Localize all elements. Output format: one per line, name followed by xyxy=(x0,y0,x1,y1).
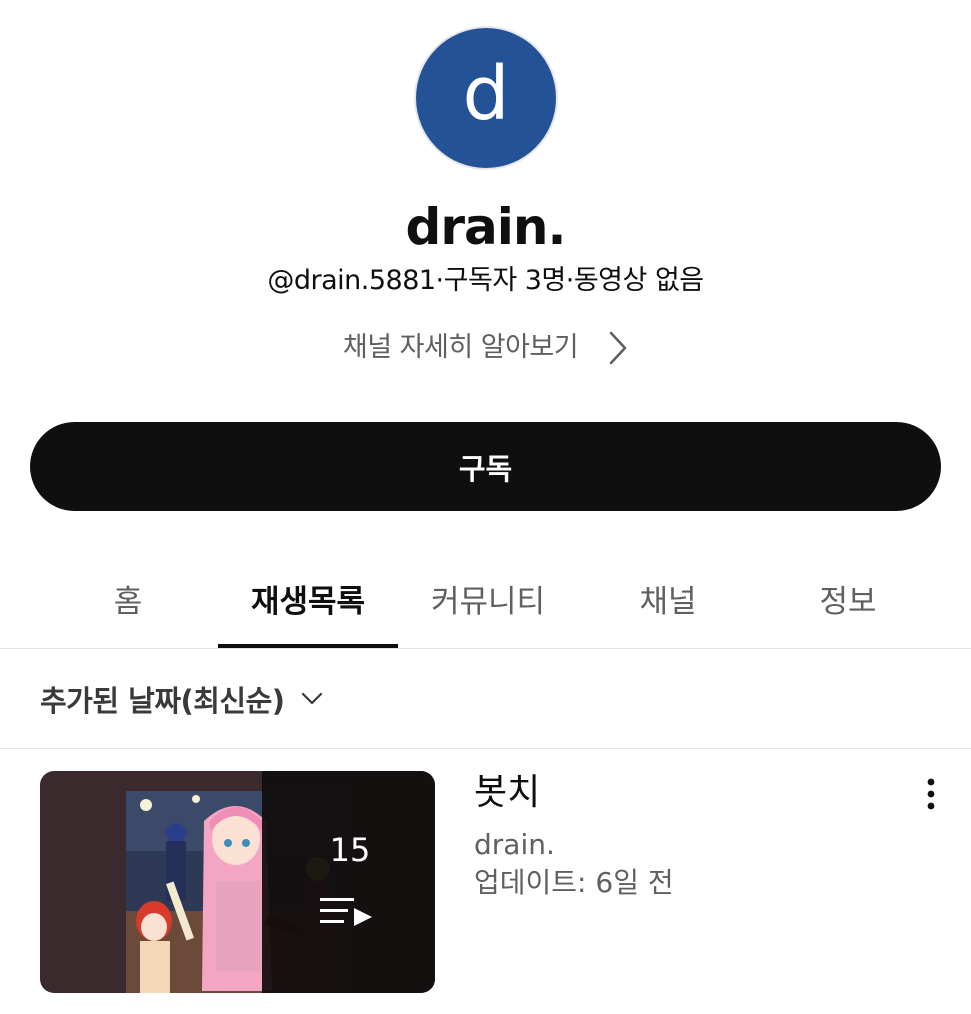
tab-label: 커뮤니티 xyxy=(430,583,546,620)
channel-about-label: 채널 자세히 알아보기 xyxy=(342,332,579,363)
playlist-thumbnail[interactable]: 15 xyxy=(40,771,435,993)
playlist-video-count: 15 xyxy=(329,831,371,869)
playlist-owner: drain. xyxy=(474,828,555,861)
channel-name: drain. xyxy=(405,198,567,256)
subscribe-button[interactable]: 구독 xyxy=(30,422,941,511)
avatar-letter: d xyxy=(462,51,510,137)
chevron-down-icon xyxy=(301,692,322,705)
sort-divider xyxy=(0,748,971,749)
playlist-updated: 업데이트: 6일 전 xyxy=(474,866,674,899)
more-vert-icon[interactable] xyxy=(916,774,946,814)
channel-avatar[interactable]: d xyxy=(416,28,556,168)
tab-channels[interactable]: 채널 xyxy=(578,548,758,648)
tab-community[interactable]: 커뮤니티 xyxy=(398,548,578,648)
channel-tabs: 홈 재생목록 커뮤니티 채널 정보 xyxy=(38,548,938,648)
tab-label: 정보 xyxy=(819,583,877,620)
sort-label: 추가된 날짜(최신순) xyxy=(40,684,285,718)
chevron-right-icon xyxy=(609,331,627,365)
tab-label: 재생목록 xyxy=(250,583,366,620)
tab-about[interactable]: 정보 xyxy=(758,548,938,648)
channel-about-link[interactable]: 채널 자세히 알아보기 xyxy=(0,328,971,368)
tab-label: 홈 xyxy=(113,583,143,620)
tab-label: 채널 xyxy=(639,583,697,620)
channel-meta: @drain.5881·구독자 3명·동영상 없음 xyxy=(267,265,704,296)
playlist-play-icon xyxy=(320,898,372,926)
sort-dropdown[interactable]: 추가된 날짜(최신순) xyxy=(40,672,323,726)
thumbnail-count-overlay xyxy=(262,771,435,993)
tab-playlists[interactable]: 재생목록 xyxy=(218,548,398,648)
tabs-divider xyxy=(0,648,971,649)
playlist-title[interactable]: 봇치 xyxy=(474,770,540,816)
tab-home[interactable]: 홈 xyxy=(38,548,218,648)
